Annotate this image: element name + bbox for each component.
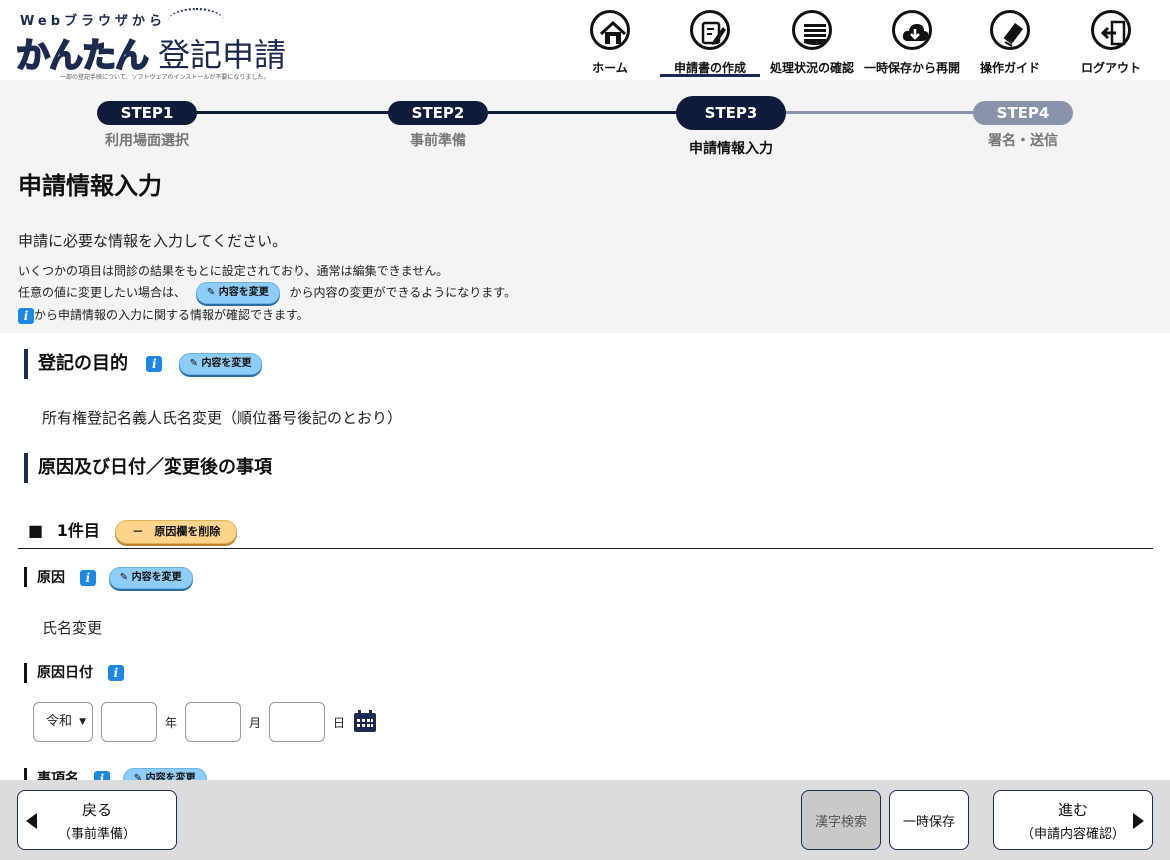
edit-document-icon	[690, 10, 730, 50]
form-content: 登記の目的 i ✎ 内容を変更 所有権登記名義人氏名変更（順位番号後記のとおり）…	[0, 333, 1170, 780]
step1-caption: 利用場面選択	[105, 133, 189, 149]
nav-active-underline	[660, 74, 760, 77]
change-button-sample: ✎ 内容を変更	[195, 282, 280, 304]
date-heading: 原因日付 i	[24, 663, 124, 683]
pencil-icon: ✎	[133, 773, 143, 780]
square-bullet-icon: ■	[28, 521, 44, 540]
kanji-search-label: 漢字検索	[814, 815, 867, 830]
kanji-search-button[interactable]: 漢字検索	[801, 790, 881, 850]
chevron-down-icon: ▼	[79, 717, 86, 727]
back-sublabel: （事前準備）	[57, 827, 136, 842]
step3-pill: STEP3	[676, 96, 786, 130]
status-list-icon	[792, 10, 832, 50]
item-label: 1件目	[56, 521, 100, 540]
matter-info-icon[interactable]: i	[93, 771, 110, 780]
nav-home-label: ホーム	[592, 61, 628, 75]
matter-change-label: 内容を変更	[145, 773, 196, 780]
cause-info-icon[interactable]: i	[79, 570, 96, 586]
nav-resume-label: 一時保存から再開	[864, 61, 961, 75]
next-label: 進む	[1057, 801, 1088, 819]
nav-logout[interactable]: ログアウト	[1060, 0, 1162, 80]
logo-kantan: かんたん	[15, 35, 150, 77]
page-title: 申請情報入力	[18, 172, 162, 200]
step-indicator: STEP1 利用場面選択 STEP2 事前準備 STEP3 申請情報入力 STE…	[0, 80, 1170, 160]
cause-section-title: 原因及び日付／変更後の事項	[38, 457, 272, 478]
step2-pill: STEP2	[388, 101, 488, 125]
step1-pill: STEP1	[97, 101, 197, 125]
nav-create-application[interactable]: 申請書の作成	[660, 0, 760, 80]
home-icon	[590, 10, 630, 50]
purpose-title: 登記の目的	[38, 353, 128, 374]
cause-heading: 原因 i ✎ 内容を変更	[24, 567, 193, 589]
calendar-icon[interactable]	[353, 709, 377, 733]
next-button[interactable]: 進む （申請内容確認）	[993, 790, 1153, 850]
temp-save-label: 一時保存	[902, 815, 955, 830]
logout-icon	[1091, 10, 1131, 50]
pencil-icon: ✎	[189, 358, 198, 369]
cause-change-label: 内容を変更	[131, 572, 182, 583]
nav-guide[interactable]: 操作ガイド	[960, 0, 1060, 80]
delete-cause-button[interactable]: － 原因欄を削除	[115, 519, 238, 544]
step-connector-3	[784, 111, 976, 114]
matter-label: 事項名	[37, 771, 79, 780]
pencil-icon: ✎	[119, 572, 129, 583]
cause-change-button[interactable]: ✎ 内容を変更	[108, 567, 193, 589]
year-input[interactable]	[101, 702, 157, 742]
logo-subtitle: Webブラウザから	[20, 14, 166, 29]
era-select[interactable]: 令和 ▼	[33, 702, 93, 742]
purpose-change-button[interactable]: ✎ 内容を変更	[178, 353, 263, 375]
page-note-2: 任意の値に変更したい場合は、 ✎ 内容を変更 から内容の変更ができるようになりま…	[18, 282, 516, 304]
page-note-3: i から申請情報の入力に関する情報が確認できます。	[18, 306, 309, 324]
step2-caption: 事前準備	[410, 133, 466, 149]
page-note-1: いくつかの項目は問診の結果をもとに設定されており、通常は編集できません。	[18, 264, 449, 278]
page-intro: 申請に必要な情報を入力してください。	[18, 232, 288, 250]
step-connector-2	[488, 111, 678, 114]
date-info-icon[interactable]: i	[107, 665, 124, 681]
page-note-2-pre: 任意の値に変更したい場合は、	[18, 285, 187, 300]
step4-caption: 署名・送信	[988, 133, 1058, 149]
nav-logout-label: ログアウト	[1080, 61, 1141, 75]
page-note-2-post: から内容の変更ができるようになります。	[289, 285, 517, 300]
purpose-value: 所有権登記名義人氏名変更（順位番号後記のとおり）	[42, 409, 403, 427]
cause-label: 原因	[37, 570, 65, 586]
era-value: 令和	[46, 714, 73, 729]
guide-book-icon	[990, 10, 1030, 50]
footer-bar: 戻る （事前準備） 漢字検索 一時保存 進む （申請内容確認）	[0, 780, 1170, 860]
temp-save-button[interactable]: 一時保存	[889, 790, 969, 850]
logo-title: 登記申請	[158, 36, 287, 74]
matter-change-button[interactable]: ✎ 内容を変更	[122, 768, 207, 780]
day-input[interactable]	[269, 702, 325, 742]
step4-pill: STEP4	[973, 101, 1073, 125]
step-connector-1	[195, 111, 390, 114]
pencil-icon: ✎	[206, 287, 216, 298]
step3-caption: 申請情報入力	[689, 141, 773, 157]
nav-status[interactable]: 処理状況の確認	[760, 0, 864, 80]
nav-status-label: 処理状況の確認	[769, 61, 854, 75]
back-button[interactable]: 戻る （事前準備）	[17, 790, 177, 850]
nav-resume[interactable]: 一時保存から再開	[864, 0, 960, 80]
date-label: 原因日付	[37, 665, 93, 681]
purpose-info-icon[interactable]: i	[146, 356, 163, 372]
nav-guide-label: 操作ガイド	[979, 61, 1040, 75]
purpose-change-label: 内容を変更	[201, 358, 252, 369]
item-divider	[18, 548, 1153, 549]
month-unit: 月	[249, 716, 262, 730]
change-button-label: 内容を変更	[218, 287, 269, 298]
cause-value: 氏名変更	[42, 619, 103, 637]
year-unit: 年	[165, 716, 178, 730]
next-sublabel: （申請内容確認）	[1020, 827, 1125, 842]
info-icon: i	[18, 307, 34, 324]
page-note-3-text: から申請情報の入力に関する情報が確認できます。	[34, 308, 309, 322]
purpose-section-heading: 登記の目的 i ✎ 内容を変更	[24, 349, 263, 379]
day-unit: 日	[333, 716, 346, 730]
month-input[interactable]	[185, 702, 241, 742]
cause-section-heading: 原因及び日付／変更後の事項	[24, 453, 272, 483]
site-logo[interactable]: Webブラウザから かんたん 登記申請 一部の登記手続について、ソフトウェアのイ…	[8, 4, 298, 81]
app-header: Webブラウザから かんたん 登記申請 一部の登記手続について、ソフトウェアのイ…	[0, 0, 1170, 81]
item-heading: ■ 1件目 － 原因欄を削除	[28, 517, 238, 544]
cloud-download-icon	[892, 10, 932, 50]
nav-home[interactable]: ホーム	[560, 0, 660, 80]
matter-heading: 事項名 i ✎ 内容を変更	[24, 768, 207, 780]
back-label: 戻る	[81, 801, 112, 819]
